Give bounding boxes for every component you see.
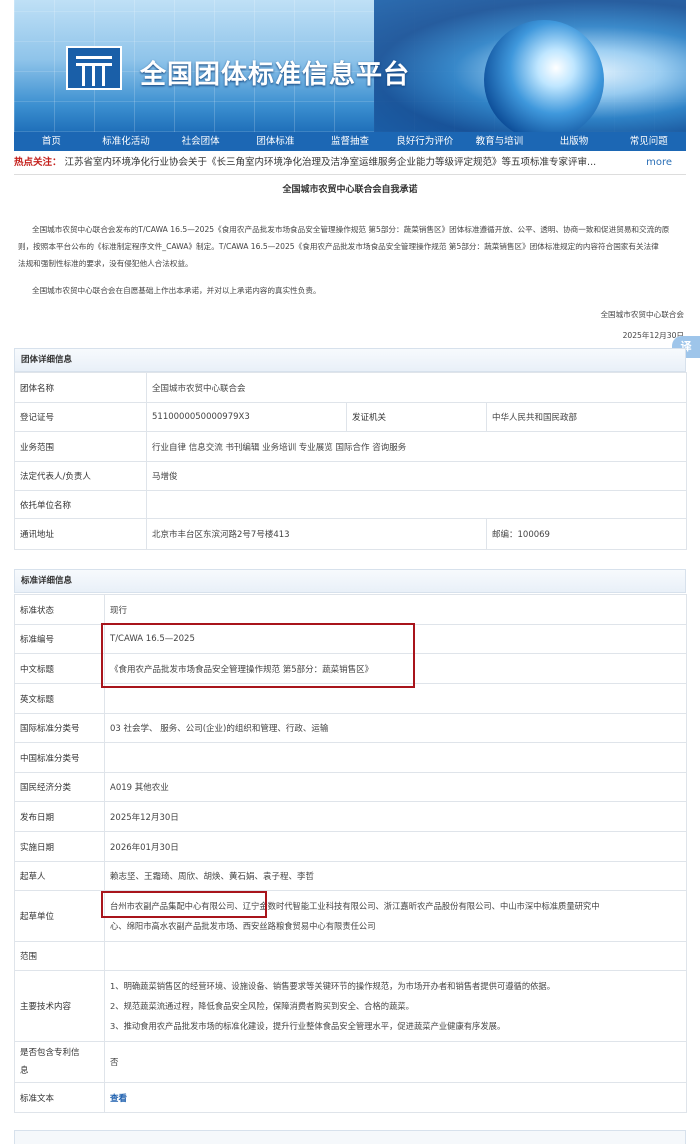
org-name-label: 团体名称: [14, 372, 147, 403]
ccs-label: 中国标准分类号: [14, 742, 105, 773]
drafting-units-label: 起草单位: [14, 890, 105, 942]
cn-title-label: 中文标题: [14, 653, 105, 684]
org-details-table: 团体名称 全国城市农贸中心联合会 登记证号 5110000050000979X3…: [14, 372, 688, 550]
site-logo-icon[interactable]: [66, 46, 122, 90]
table-row: 国际标准分类号 03 社会学、 服务、公司(企业)的组织和管理、行政、运输: [14, 713, 687, 743]
table-row: 发布日期 2025年12月30日: [14, 801, 687, 832]
standard-section-header: 标准详细信息: [14, 569, 686, 593]
tech-content-label: 主要技术内容: [14, 970, 105, 1042]
table-row: 中国标准分类号: [14, 742, 687, 773]
tech-content-line-1: 1、明确蔬菜销售区的经营环境、设施设备、销售要求等关键环节的操作规范，为市场开办…: [110, 981, 556, 991]
table-row: 实施日期 2026年01月30日: [14, 831, 687, 862]
en-title-label: 英文标题: [14, 683, 105, 714]
table-row: 法定代表人/负责人 马增俊: [14, 461, 688, 491]
header-banner: 全国团体标准信息平台: [14, 0, 686, 132]
table-row: 范围: [14, 941, 687, 971]
ics-label: 国际标准分类号: [14, 713, 105, 743]
nav-home[interactable]: 首页: [14, 132, 89, 151]
ccs-value: [104, 742, 687, 773]
drafters: 赖志坚、王霜琦、周欣、胡焕、黄石娟、袁子程、李哲: [104, 861, 687, 891]
declaration-para-1c: 法规和强制性标准的要求，没有侵犯他人合法权益。: [18, 259, 193, 268]
table-row: 业务范围 行业自律 信息交流 书刊编辑 业务培训 专业展览 国际合作 咨询服务: [14, 431, 688, 462]
globe-graphic: [484, 20, 604, 132]
org-section-header: 团体详细信息: [14, 348, 686, 372]
table-row: 登记证号 5110000050000979X3 发证机关 中华人民共和国民政部: [14, 402, 688, 432]
hot-topics-ticker: 热点关注： 江苏省室内环境净化行业协会关于《长三角室内环境净化治理及洁净室运维服…: [14, 153, 686, 173]
table-row: 通讯地址 北京市丰台区东滨河路2号7号楼413 邮编：100069: [14, 518, 688, 550]
addr-label: 通讯地址: [14, 518, 147, 550]
nav-supervision[interactable]: 监督抽查: [313, 132, 388, 151]
address: 北京市丰台区东滨河路2号7号楼413: [146, 518, 487, 550]
publish-date: 2025年12月30日: [104, 801, 687, 832]
issuer: 中华人民共和国民政部: [485, 402, 688, 432]
nav-group-standards[interactable]: 团体标准: [238, 132, 313, 151]
table-row: 标准状态 现行: [14, 594, 687, 625]
table-row: 团体名称 全国城市农贸中心联合会: [14, 372, 688, 403]
table-row: 国民经济分类 A019 其他农业: [14, 772, 687, 802]
table-row: 是否包含专利信 息 否: [14, 1041, 687, 1083]
divider: [14, 174, 686, 175]
declaration-para-1b: 则，按照本平台公布的《标准制定程序文件_CAWA》制定。T/CAWA 16.5—…: [18, 242, 659, 251]
nav-faq[interactable]: 常见问题: [611, 132, 686, 151]
declaration-signer: 全国城市农贸中心联合会: [600, 310, 684, 319]
tech-content-line-2: 2、规范蔬菜流通过程，降低食品安全风险，保障消费者购买到安全、合格的蔬菜。: [110, 1001, 414, 1011]
declaration-para-2: 全国城市农贸中心联合会在自愿基础上作出本承诺，并对以上承诺内容的真实性负责。: [32, 286, 321, 295]
main-nav: 首页 标准化活动 社会团体 团体标准 监督抽查 良好行为评价 教育与培训 出版物…: [14, 132, 686, 151]
patent-label: 是否包含专利信 息: [14, 1041, 105, 1083]
entrust-unit: [145, 490, 688, 519]
patent-label-line-1: 是否包含专利信: [20, 1048, 80, 1058]
range-value: [104, 941, 687, 971]
table-row: 标准文本 查看: [14, 1082, 687, 1113]
std-text-label: 标准文本: [14, 1082, 105, 1113]
status-value: 现行: [104, 594, 687, 625]
ticker-label: 热点关注：: [14, 157, 62, 168]
legal-representative: 马增俊: [145, 461, 688, 491]
nav-standardization-activities[interactable]: 标准化活动: [89, 132, 164, 151]
nav-good-behavior[interactable]: 良好行为评价: [387, 132, 462, 151]
drafting-units-line-2: 心、绵阳市高水农副产品批发市场、西安丝路粮食贸易中心有限责任公司: [110, 921, 376, 931]
ics-value: 03 社会学、 服务、公司(企业)的组织和管理、行政、运输: [104, 713, 687, 743]
table-row: 主要技术内容 1、明确蔬菜销售区的经营环境、设施设备、销售要求等关键环节的操作规…: [14, 970, 687, 1042]
org-name: 全国城市农贸中心联合会: [145, 372, 688, 403]
declaration-title: 全国城市农贸中心联合会自我承诺: [282, 185, 418, 195]
economy-class-label: 国民经济分类: [14, 772, 105, 802]
tech-content: 1、明确蔬菜销售区的经营环境、设施设备、销售要求等关键环节的操作规范，为市场开办…: [104, 970, 687, 1042]
next-section-header: [14, 1130, 686, 1144]
business-scope: 行业自律 信息交流 书刊编辑 业务培训 专业展览 国际合作 咨询服务: [145, 431, 688, 462]
table-row: 依托单位名称: [14, 490, 688, 519]
view-standard-link[interactable]: 查看: [110, 1094, 127, 1104]
nav-social-groups[interactable]: 社会团体: [163, 132, 238, 151]
nav-publications[interactable]: 出版物: [537, 132, 612, 151]
std-number-label: 标准编号: [14, 624, 105, 654]
table-row: 英文标题: [14, 683, 687, 714]
effective-date-label: 实施日期: [14, 831, 105, 862]
status-label: 标准状态: [14, 594, 105, 625]
reg-number: 5110000050000979X3: [146, 402, 347, 432]
table-row: 起草人 赖志坚、王霜琦、周欣、胡焕、黄石娟、袁子程、李哲: [14, 861, 687, 891]
patent-label-line-2: 息: [20, 1066, 29, 1076]
highlight-box-drafting-unit: [101, 891, 267, 918]
issuer-label: 发证机关: [346, 402, 487, 432]
declaration-para-1a: 全国城市农贸中心联合会发布的T/CAWA 16.5—2025《食用农产品批发市场…: [32, 225, 670, 234]
scope-label: 业务范围: [14, 431, 147, 462]
economy-class: A019 其他农业: [104, 772, 687, 802]
rep-label: 法定代表人/负责人: [14, 461, 147, 491]
postcode: 邮编：100069: [485, 518, 688, 550]
entrust-label: 依托单位名称: [14, 490, 147, 519]
more-link[interactable]: more: [646, 153, 672, 173]
en-title: [104, 683, 687, 714]
patent-value: 否: [104, 1041, 687, 1083]
tech-content-line-3: 3、推动食用农产品批发市场的标准化建设，提升行业整体食品安全管理水平，促进蔬菜产…: [110, 1021, 506, 1031]
reg-label: 登记证号: [14, 402, 147, 432]
highlight-box-standard: [101, 623, 415, 688]
ticker-text[interactable]: 江苏省室内环境净化行业协会关于《长三角室内环境净化治理及洁净室运维服务企业能力等…: [65, 157, 597, 168]
effective-date: 2026年01月30日: [104, 831, 687, 862]
site-title[interactable]: 全国团体标准信息平台: [140, 54, 410, 91]
range-label: 范围: [14, 941, 105, 971]
drafters-label: 起草人: [14, 861, 105, 891]
nav-education[interactable]: 教育与培训: [462, 132, 537, 151]
publish-date-label: 发布日期: [14, 801, 105, 832]
